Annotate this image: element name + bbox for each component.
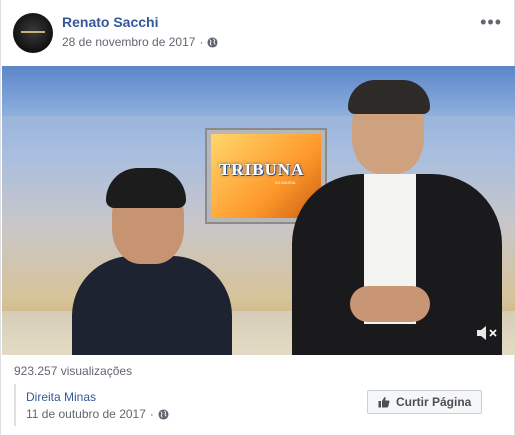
- meta-separator: ·: [199, 35, 204, 49]
- shared-page-name[interactable]: Direita Minas: [26, 390, 96, 404]
- shared-source: Direita Minas 11 de outubro de 2017 · Cu…: [14, 384, 504, 426]
- post-date[interactable]: 28 de novembro de 2017: [62, 35, 195, 49]
- post-card: Renato Sacchi 28 de novembro de 2017 · •…: [0, 0, 515, 435]
- author-avatar[interactable]: [13, 13, 53, 53]
- shared-meta: 11 de outubro de 2017 ·: [26, 407, 169, 421]
- person-right-hair: [348, 80, 430, 114]
- person-right-hands: [350, 286, 430, 322]
- person-left-hair: [106, 168, 186, 208]
- globe-icon[interactable]: [207, 36, 218, 48]
- thumbs-up-icon: [378, 397, 390, 408]
- person-left: [72, 168, 232, 355]
- post-meta: 28 de novembro de 2017 ·: [62, 35, 218, 49]
- post-header: Renato Sacchi 28 de novembro de 2017 · •…: [1, 0, 514, 66]
- more-options-icon[interactable]: •••: [480, 12, 502, 33]
- like-page-label: Curtir Página: [396, 395, 472, 409]
- author-name[interactable]: Renato Sacchi: [62, 14, 158, 30]
- globe-icon[interactable]: [158, 408, 169, 420]
- person-left-body: [72, 256, 232, 355]
- avatar-logo-mark: [21, 31, 45, 33]
- shared-date[interactable]: 11 de outubro de 2017: [26, 407, 146, 421]
- view-count: 923.257 visualizações: [14, 364, 133, 378]
- video-player[interactable]: TRIBUNA DA MASSA: [2, 66, 515, 355]
- person-right: [292, 80, 502, 355]
- shared-separator: ·: [149, 407, 154, 421]
- speaker-muted-icon[interactable]: [475, 323, 501, 343]
- like-page-button[interactable]: Curtir Página: [367, 390, 483, 414]
